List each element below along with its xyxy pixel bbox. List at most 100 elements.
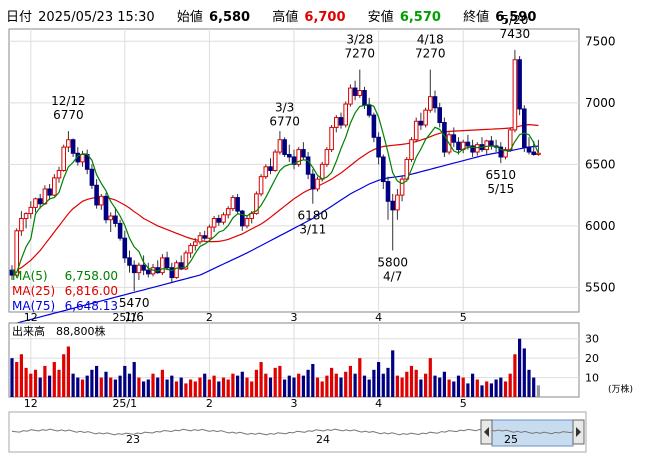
volume-bar — [254, 369, 258, 397]
volume-bar — [123, 365, 127, 397]
volume-x-ticks: 12 25/1 2 3 4 5 — [24, 397, 467, 410]
volume-bar — [480, 385, 484, 397]
volume-tick-label: 10 — [585, 372, 599, 385]
volume-bar — [362, 375, 367, 397]
candle-body — [484, 140, 489, 151]
volume-bar — [226, 379, 230, 397]
navigator-left-handle[interactable] — [480, 419, 493, 445]
candle-body — [66, 139, 71, 148]
candle-body — [216, 217, 222, 223]
candle-body — [512, 59, 518, 131]
candle-body — [413, 120, 419, 141]
volume-bar — [109, 377, 113, 397]
annotation-date: 3/11 — [299, 223, 326, 237]
volume-bar — [189, 379, 193, 397]
price-x-tick-label: 2 — [206, 311, 213, 324]
price-x-tick-label: 4 — [375, 311, 382, 324]
navigator-right-handle[interactable] — [572, 419, 585, 445]
candle-body — [160, 257, 165, 274]
volume-bar — [127, 373, 132, 397]
navigator-year-label: 24 — [316, 433, 330, 446]
candle-body — [475, 144, 480, 153]
candle-body — [352, 87, 358, 96]
candle-body — [19, 217, 24, 232]
volume-value: 88,800株 — [56, 324, 106, 338]
volume-bar — [137, 377, 141, 397]
candle-body — [522, 108, 527, 148]
volume-bar — [297, 373, 301, 397]
candle-body — [235, 197, 240, 212]
volume-bar — [19, 354, 23, 397]
volume-bar — [85, 375, 89, 397]
volume-bar — [57, 369, 61, 397]
volume-bar — [76, 377, 80, 397]
volume-bar — [344, 371, 348, 397]
price-x-tick-label: 5 — [460, 311, 467, 324]
candle-body — [188, 245, 193, 254]
volume-bar — [278, 365, 282, 397]
candle-body — [423, 109, 428, 126]
volume-tick-label: 30 — [585, 333, 599, 346]
annotation-date: 3/28 — [346, 33, 373, 47]
volume-bar — [33, 369, 38, 397]
candle-body — [272, 151, 278, 171]
volume-x-tick-label: 12 — [24, 397, 38, 410]
volume-bar — [273, 367, 277, 397]
volume-bar — [236, 375, 240, 397]
candle-body — [507, 129, 513, 151]
volume-bar — [24, 367, 28, 397]
navigator-year-label: 23 — [126, 433, 140, 446]
volume-tick-label: 20 — [585, 352, 599, 365]
volume-bar — [494, 379, 498, 397]
candle-body — [437, 107, 442, 124]
candle-body — [131, 264, 137, 274]
ma-legend-value: 6,758.00 — [65, 269, 118, 283]
candle-body — [465, 141, 471, 147]
candle-body — [343, 103, 348, 126]
annotation-date: 4/7 — [383, 269, 402, 283]
volume-bar — [471, 373, 475, 397]
candle-body — [230, 197, 236, 210]
candle-body — [315, 178, 320, 190]
annotation-price: 6510 — [486, 168, 517, 182]
volume-bar — [142, 381, 146, 397]
candle-body — [348, 87, 353, 105]
candle-body — [376, 136, 381, 158]
candle-body — [319, 163, 325, 180]
volume-bar — [522, 348, 526, 397]
candle-body — [334, 117, 339, 128]
candle-body — [28, 206, 34, 215]
volume-bar — [532, 377, 536, 397]
volume-bar — [48, 375, 52, 397]
candle-body — [324, 149, 330, 165]
annotation-date: 5/20 — [501, 13, 528, 27]
volume-bar — [231, 373, 235, 397]
candle-body — [432, 96, 438, 109]
volume-bar — [499, 377, 503, 397]
volume-bar — [43, 365, 47, 397]
volume-bar — [400, 377, 404, 397]
candle-body — [517, 59, 522, 110]
candle-body — [127, 257, 132, 266]
candle-body — [390, 200, 395, 211]
volume-bar — [66, 346, 70, 397]
volume-bar — [151, 373, 155, 397]
candle-body — [113, 215, 118, 224]
volume-x-tick-label: 2 — [206, 397, 213, 410]
volume-bar — [99, 377, 103, 397]
volume-bar — [52, 362, 56, 397]
candle-body — [282, 139, 287, 156]
candle-body — [94, 184, 99, 206]
candle-body — [211, 217, 217, 228]
volume-bar — [536, 385, 540, 397]
candle-body — [263, 166, 269, 178]
volume-bar — [348, 365, 352, 397]
volume-bar — [174, 381, 179, 397]
volume-bar — [367, 379, 371, 397]
annotation-price: 5470 — [119, 296, 150, 310]
candle-body — [56, 170, 62, 179]
candle-body — [381, 156, 386, 183]
annotation-date: 12/12 — [51, 94, 86, 108]
volume-bar — [240, 371, 244, 397]
volume-bar — [10, 358, 14, 397]
